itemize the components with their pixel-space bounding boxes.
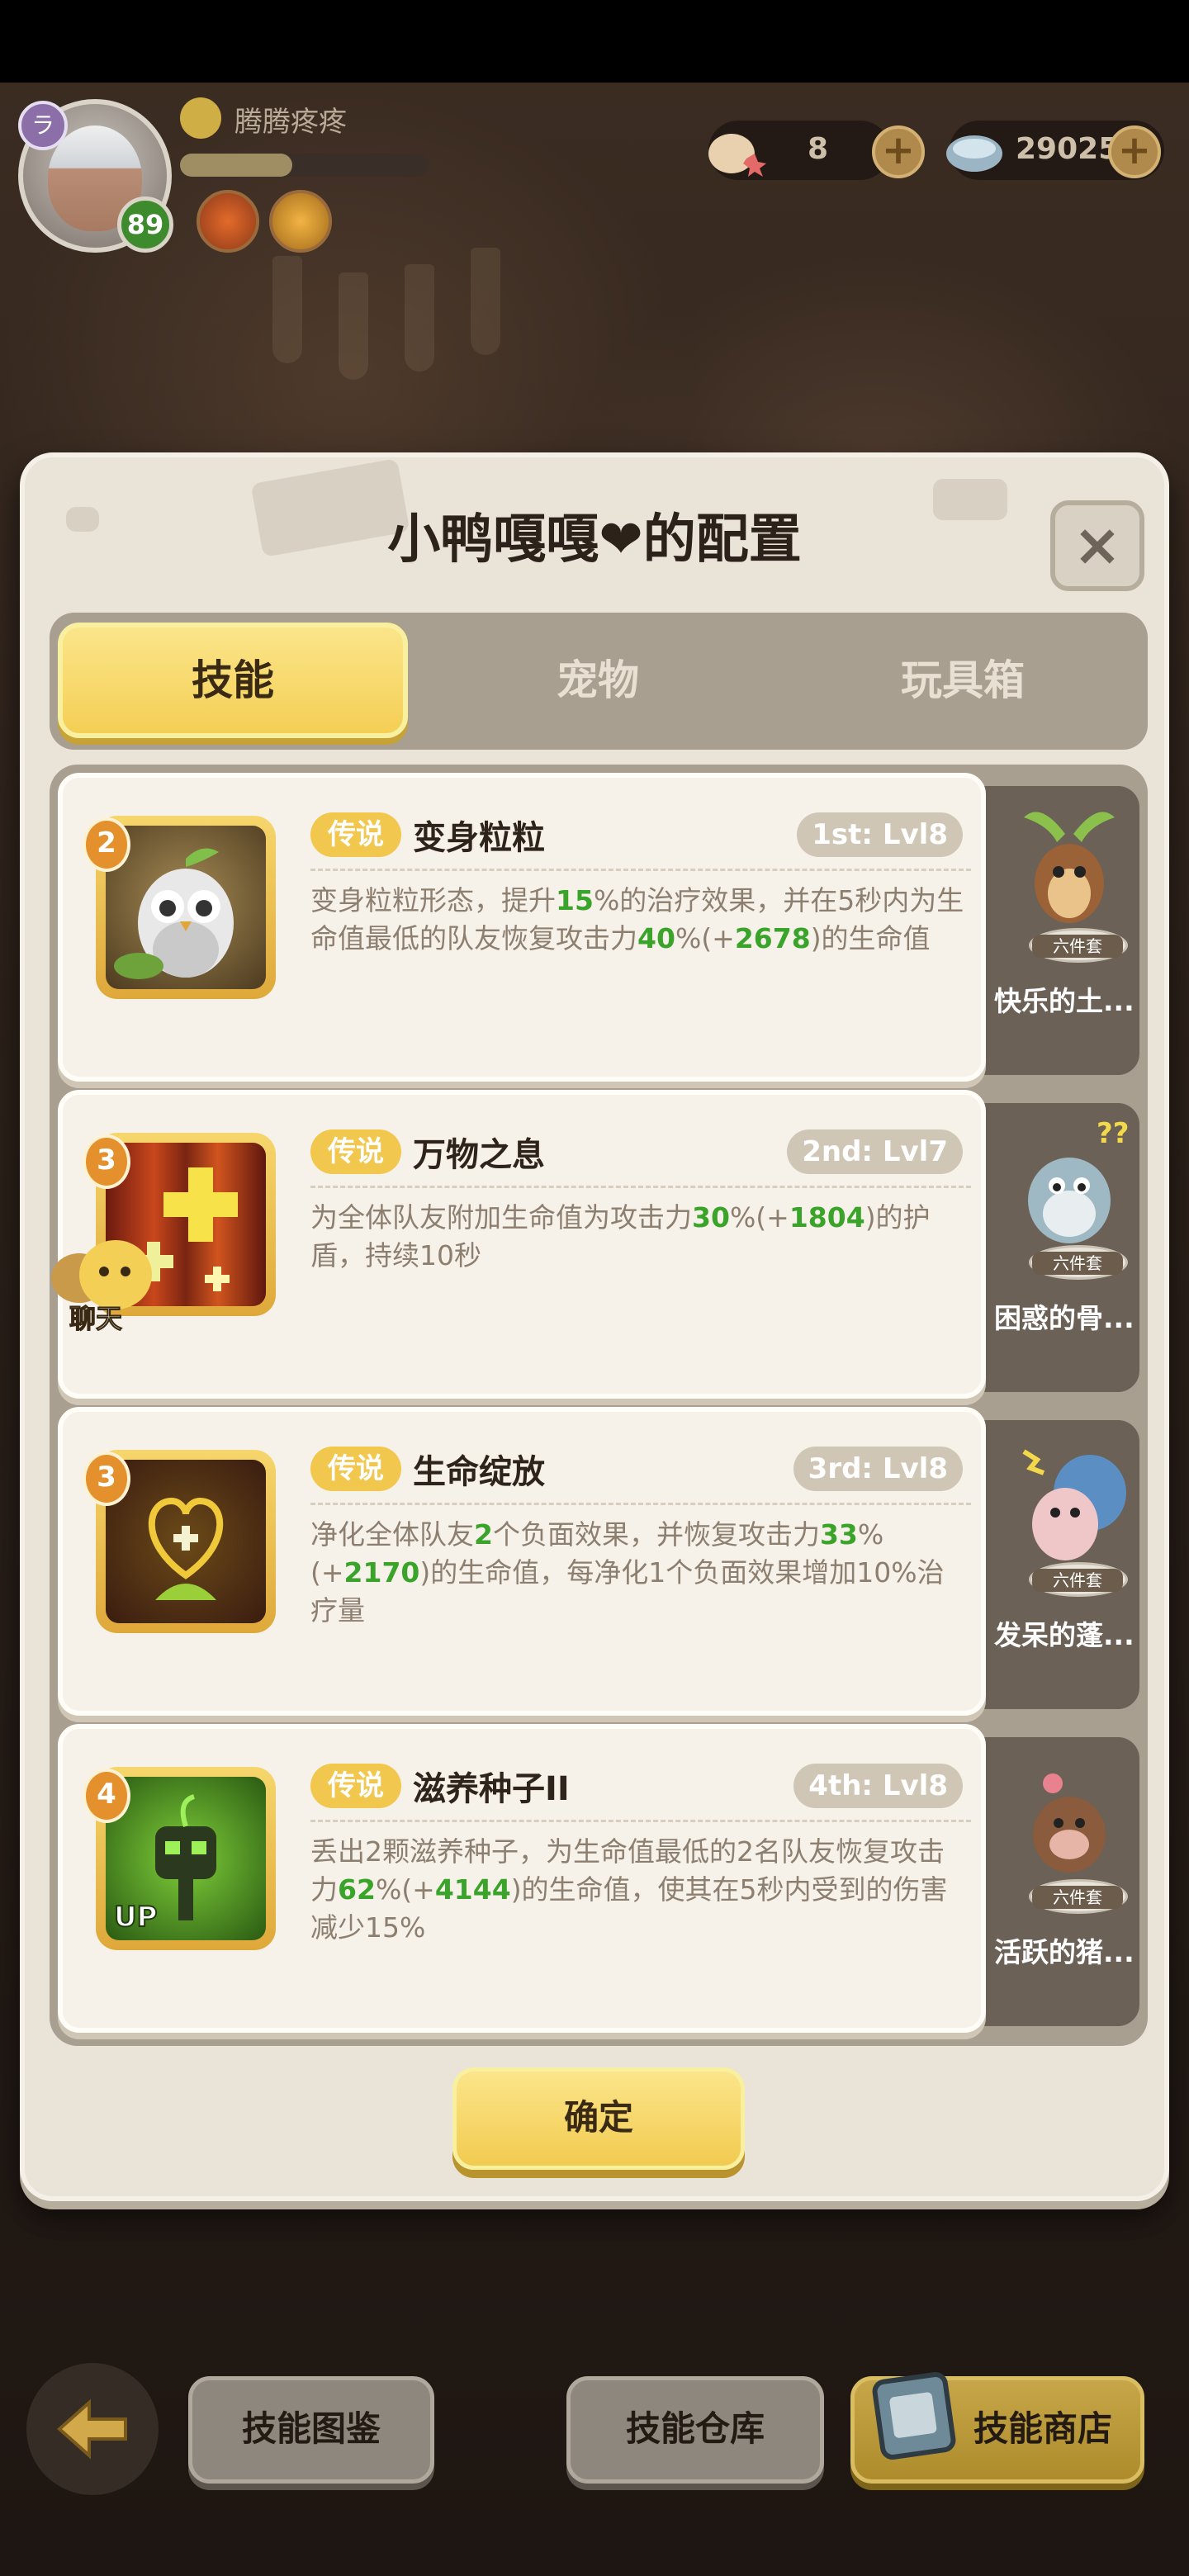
- skill-description: 净化全体队友2个负面效果，并恢复攻击力33%(+2170)的生命值，每净化1个负…: [310, 1518, 945, 1627]
- skill-description: 丢出2颗滋养种子，为生命值最低的2名队友恢复攻击力62%(+4144)的生命值，…: [310, 1835, 948, 1944]
- divider: [310, 869, 971, 871]
- player-level-badge: 89: [117, 197, 173, 253]
- divider: [310, 1820, 971, 1822]
- confirm-button[interactable]: 确定: [452, 2067, 745, 2170]
- rarity-tag: 传说: [310, 1129, 401, 1174]
- divider: [310, 1503, 971, 1505]
- upgrade-badge: UP: [113, 1900, 159, 1934]
- xp-bar: [180, 154, 429, 177]
- pet-name: 发呆的蓬...: [994, 1619, 1135, 1651]
- buff-chip-icon[interactable]: [197, 190, 259, 253]
- status-bar: [0, 0, 1189, 83]
- skill-level-tag: 4th: Lvl8: [793, 1764, 963, 1808]
- tab-toybox[interactable]: 玩具箱: [788, 623, 1138, 738]
- pet-set-label: 六件套: [1032, 1886, 1123, 1909]
- skill-level-tag: 2nd: Lvl7: [787, 1129, 963, 1174]
- skill-rank-badge: 3: [83, 1134, 130, 1189]
- skill-card[interactable]: 2 传说 变身粒粒 1st: Lvl8 变身粒粒形态，提升15%的治疗效果，并在…: [58, 773, 986, 1082]
- pet-name: 快乐的土...: [994, 985, 1135, 1017]
- back-button[interactable]: [26, 2363, 159, 2495]
- tab-pets[interactable]: 宠物: [423, 623, 773, 738]
- skill-level-tag: 3rd: Lvl8: [793, 1447, 963, 1491]
- skill-row[interactable]: UP 4 传说 滋养种子II 4th: Lvl8 丢出2颗滋养种子，为生命值最低…: [58, 1724, 1139, 2033]
- pet-figure-icon: ??: [1007, 1110, 1131, 1255]
- skill-row[interactable]: 3 传说 万物之息 2nd: Lvl7 为全体队友附加生命值为攻击力30%(+1…: [58, 1090, 1139, 1399]
- skill-list: 2 传说 变身粒粒 1st: Lvl8 变身粒粒形态，提升15%的治疗效果，并在…: [50, 765, 1148, 2046]
- skill-card[interactable]: 3 传说 万物之息 2nd: Lvl7 为全体队友附加生命值为攻击力30%(+1…: [58, 1090, 986, 1399]
- skill-name: 生命绽放: [413, 1453, 545, 1491]
- skill-row[interactable]: 2 传说 变身粒粒 1st: Lvl8 变身粒粒形态，提升15%的治疗效果，并在…: [58, 773, 1139, 1082]
- tab-skills[interactable]: 技能: [58, 623, 408, 738]
- pearl-count: 29025: [1016, 132, 1120, 166]
- shell-count: 8: [808, 132, 829, 166]
- rarity-tag: 传说: [310, 1447, 401, 1491]
- event-chip-icon[interactable]: [269, 190, 332, 253]
- rarity-tag: 传说: [310, 812, 401, 857]
- pet-set-label: 六件套: [1032, 1252, 1123, 1275]
- dialog-title: 小鸭嘎嘎❤的配置: [387, 509, 802, 571]
- xp-bar-fill: [180, 154, 292, 177]
- close-button[interactable]: ×: [1050, 500, 1144, 591]
- pet-set-label: 六件套: [1032, 1569, 1123, 1592]
- rarity-tag: 传说: [310, 1764, 401, 1808]
- loadout-dialog: 小鸭嘎嘎❤的配置 × 技能 宠物 玩具箱 2 传说 变身粒粒 1st: Lvl8…: [20, 452, 1169, 2201]
- skill-name: 变身粒粒: [413, 819, 545, 857]
- pearl-icon: [941, 122, 1007, 180]
- back-arrow-icon: [56, 2398, 127, 2460]
- avatar-class-badge: ラ: [18, 101, 68, 150]
- pet-figure-icon: [1007, 1427, 1131, 1572]
- tab-bar: 技能 宠物 玩具箱: [50, 613, 1148, 750]
- shop-box-icon: [867, 2361, 966, 2469]
- pet-figure-icon: [1007, 793, 1131, 938]
- skill-description: 为全体队友附加生命值为攻击力30%(+1804)的护盾，持续10秒: [310, 1201, 931, 1271]
- pet-name: 困惑的骨...: [994, 1302, 1135, 1334]
- skill-name: 万物之息: [413, 1136, 545, 1174]
- add-shells-button[interactable]: +: [872, 125, 925, 178]
- background-claw: [405, 264, 434, 372]
- pet-set-label: 六件套: [1032, 935, 1123, 958]
- svg-text:??: ??: [1097, 1117, 1129, 1150]
- skill-shop-label: 技能商店: [973, 2408, 1112, 2449]
- add-pearls-button[interactable]: +: [1108, 125, 1161, 178]
- pet-figure-icon: [1007, 1744, 1131, 1889]
- skill-rank-badge: 3: [83, 1451, 130, 1506]
- background-claw: [471, 248, 500, 355]
- skill-row[interactable]: 3 传说 生命绽放 3rd: Lvl8 净化全体队友2个负面效果，并恢复攻击力3…: [58, 1407, 1139, 1716]
- skill-storage-button[interactable]: 技能仓库: [566, 2376, 824, 2484]
- skill-name: 滋养种子II: [413, 1770, 570, 1808]
- divider: [310, 1186, 971, 1188]
- chat-label: 聊天: [69, 1303, 123, 1335]
- shell-icon: [703, 122, 770, 180]
- pet-name: 活跃的猪...: [994, 1936, 1135, 1968]
- player-name: 腾腾疼疼: [234, 106, 347, 139]
- skill-rank-badge: 4: [83, 1769, 130, 1823]
- background-claw: [272, 256, 302, 363]
- skill-description: 变身粒粒形态，提升15%的治疗效果，并在5秒内为生命值最低的队友恢复攻击力40%…: [310, 884, 964, 954]
- player-title-icon: [180, 97, 221, 139]
- background-claw: [339, 272, 368, 380]
- skill-rank-badge: 2: [83, 817, 130, 872]
- skill-level-tag: 1st: Lvl8: [797, 812, 963, 857]
- skill-card[interactable]: 3 传说 生命绽放 3rd: Lvl8 净化全体队友2个负面效果，并恢复攻击力3…: [58, 1407, 986, 1716]
- skill-card[interactable]: UP 4 传说 滋养种子II 4th: Lvl8 丢出2颗滋养种子，为生命值最低…: [58, 1724, 986, 2033]
- skill-guide-button[interactable]: 技能图鉴: [188, 2376, 434, 2484]
